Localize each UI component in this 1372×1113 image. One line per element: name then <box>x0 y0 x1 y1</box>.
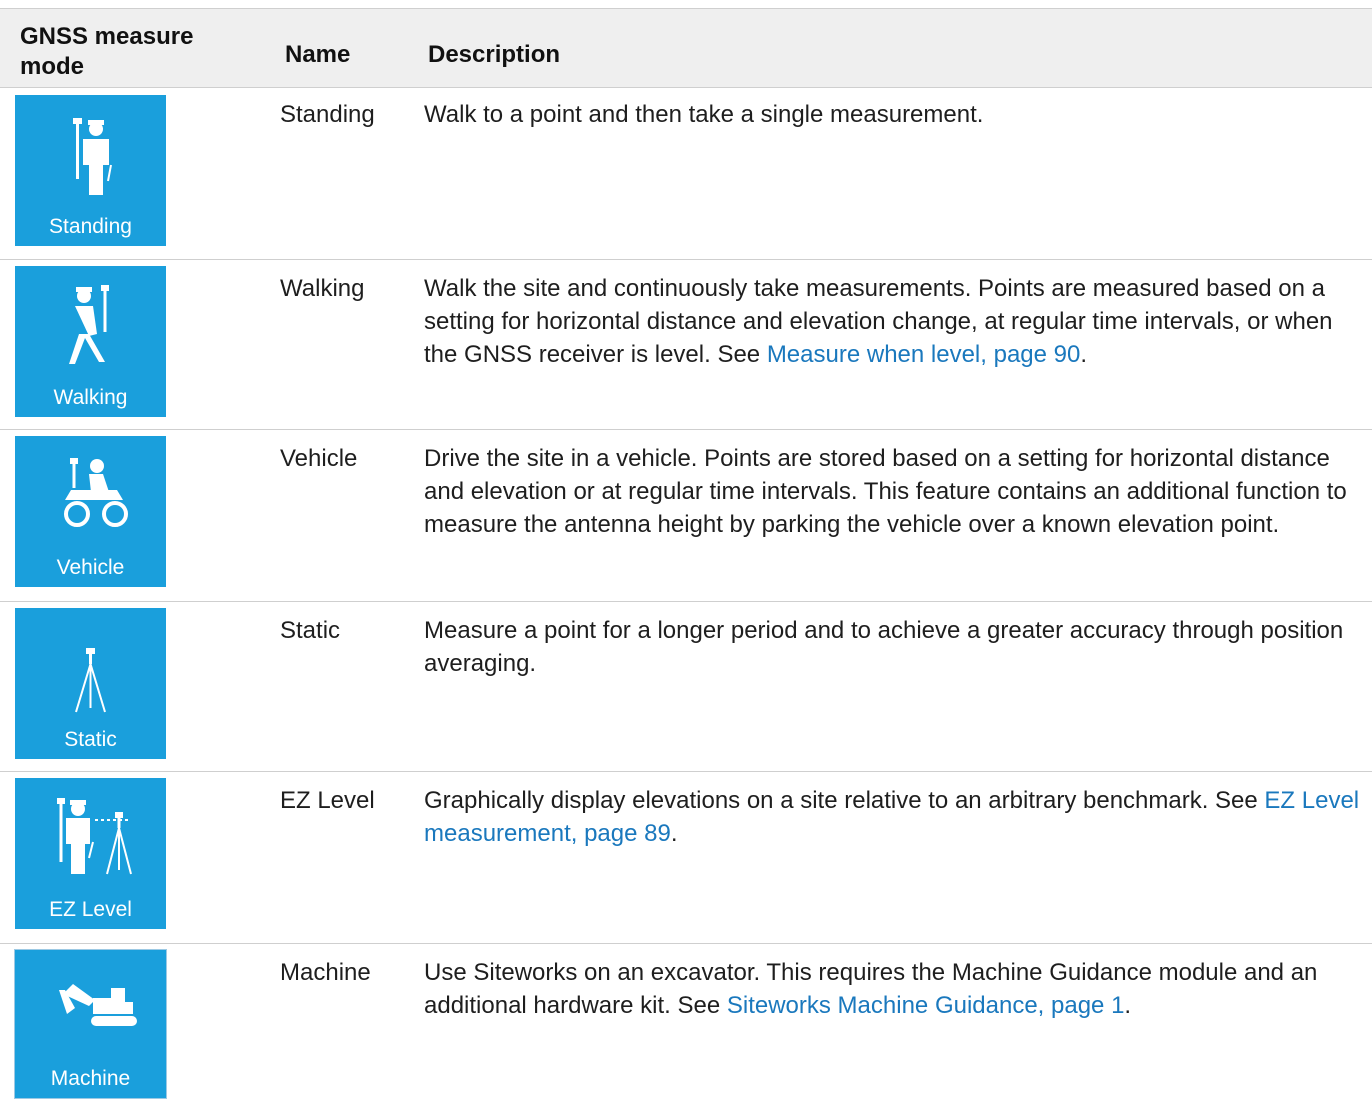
header-gnss-measure-mode: GNSS measure mode <box>20 23 194 80</box>
vehicle-mode-tile: Vehicle <box>15 436 166 587</box>
mode-description: Walk to a point and then take a single m… <box>424 98 1364 131</box>
table-row: Walking Walking Walk the site and contin… <box>0 260 1372 430</box>
header-name: Name <box>285 41 351 68</box>
header-description: Description <box>428 41 561 68</box>
table-row: Static Static Measure a point for a long… <box>0 602 1372 772</box>
mode-name: Vehicle <box>280 445 358 472</box>
mode-description: Use Siteworks on an excavator. This requ… <box>424 956 1364 1022</box>
tile-caption: Vehicle <box>56 556 125 579</box>
mode-description: Measure a point for a longer period and … <box>424 614 1364 680</box>
tile-caption: EZ Level <box>49 898 132 921</box>
table-row: Vehicle Vehicle Drive the site in a vehi… <box>0 430 1372 602</box>
tile-caption: Machine <box>50 1067 131 1090</box>
measure-when-level-link[interactable]: Measure when level, page 90 <box>767 341 1081 368</box>
description-text: Drive the site in a vehicle. Points are … <box>424 445 1347 538</box>
walking-person-icon <box>69 285 109 364</box>
mode-name: EZ Level <box>280 787 375 814</box>
mode-description: Graphically display elevations on a site… <box>424 784 1364 850</box>
description-tail: . <box>1124 992 1132 1019</box>
description-tail: . <box>1080 341 1088 368</box>
mode-description: Drive the site in a vehicle. Points are … <box>424 442 1364 541</box>
tile-caption: Static <box>64 728 117 751</box>
person-with-tripod-icon <box>57 798 132 875</box>
mode-description: Walk the site and continuously take meas… <box>424 272 1364 371</box>
table-row: Standing Standing Walk to a point and th… <box>0 88 1372 260</box>
table-row: EZ Level EZ Level Graphically display el… <box>0 772 1372 944</box>
mode-name: Standing <box>280 101 375 128</box>
table-header-row: GNSS measure mode Name Description <box>0 8 1372 88</box>
mode-name: Static <box>280 617 341 644</box>
measure-mode-table: GNSS measure mode Name Description Stand… <box>0 8 1372 1104</box>
static-mode-tile: Static <box>15 608 166 759</box>
mode-name: Machine <box>280 959 371 986</box>
table-row: Machine Machine Use Siteworks on an exca… <box>0 944 1372 1104</box>
tripod-icon <box>75 648 106 713</box>
mode-name: Walking <box>280 275 365 302</box>
walking-mode-tile: Walking <box>15 266 166 417</box>
siteworks-machine-guidance-link[interactable]: Siteworks Machine Guidance, page 1 <box>727 992 1125 1019</box>
standing-person-icon <box>73 118 112 195</box>
description-text: Walk to a point and then take a single m… <box>424 101 984 128</box>
excavator-icon <box>59 984 137 1026</box>
description-text: Graphically display elevations on a site… <box>424 787 1265 814</box>
description-tail: . <box>670 820 678 847</box>
standing-mode-tile: Standing <box>15 95 166 246</box>
tile-caption: Standing <box>49 215 132 238</box>
atv-vehicle-icon <box>64 458 128 527</box>
description-text: Measure a point for a longer period and … <box>424 617 1344 677</box>
tile-caption: Walking <box>53 386 128 409</box>
machine-mode-tile: Machine <box>14 949 167 1099</box>
ez-level-mode-tile: EZ Level <box>15 778 166 929</box>
